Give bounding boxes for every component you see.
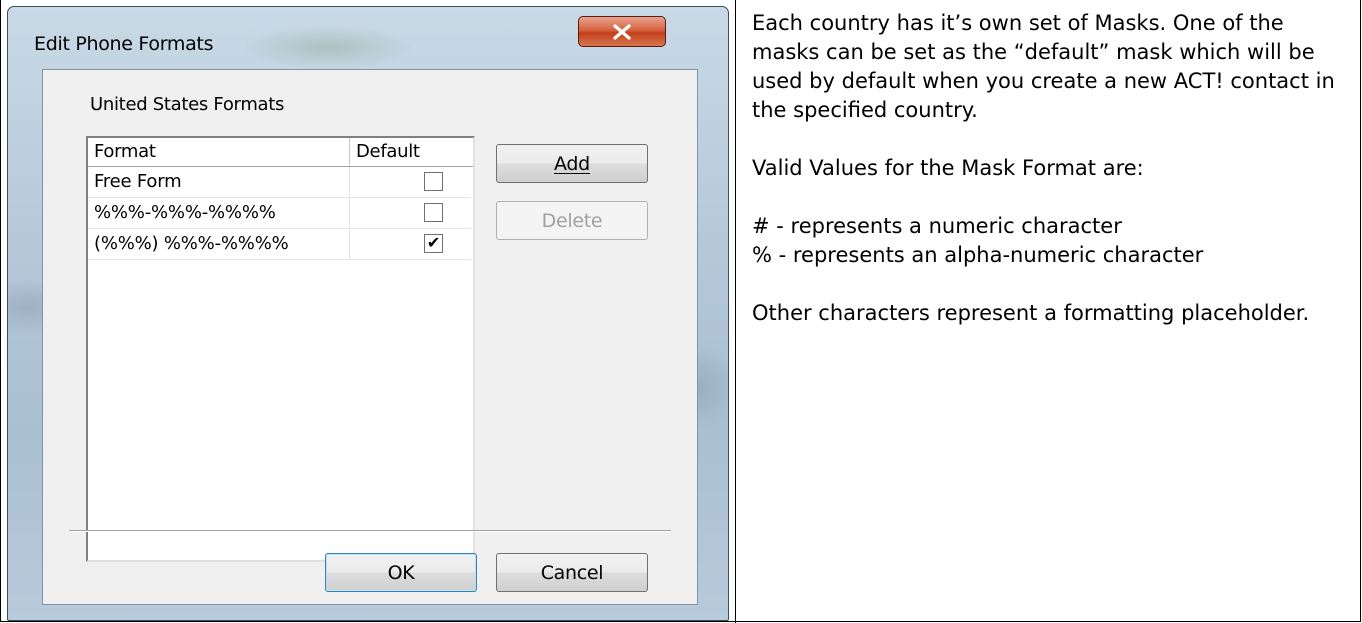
- format-cell: %%%-%%%-%%%%: [88, 198, 350, 229]
- default-checkbox[interactable]: [424, 203, 443, 222]
- list-item[interactable]: %%%-%%%-%%%%: [88, 198, 473, 229]
- ok-button[interactable]: OK: [325, 553, 477, 592]
- format-cell: (%%%) %%%-%%%%: [88, 229, 350, 260]
- default-checkbox[interactable]: ✔: [424, 234, 443, 253]
- list-header: Format Default: [88, 138, 473, 167]
- section-label: United States Formats: [90, 94, 285, 115]
- dialog-client-area: United States Formats Format Default Fre…: [42, 69, 698, 605]
- add-button[interactable]: Add: [496, 144, 648, 183]
- delete-button-label: Delete: [541, 209, 603, 232]
- delete-button[interactable]: Delete: [496, 201, 648, 240]
- notes-rule-numeric: # - represents a numeric character: [752, 214, 1122, 238]
- cancel-button-label: Cancel: [540, 561, 604, 584]
- default-cell: ✔: [350, 229, 471, 260]
- list-item[interactable]: Free Form: [88, 167, 473, 198]
- column-header-default[interactable]: Default: [350, 138, 471, 166]
- close-icon: [613, 23, 631, 40]
- close-button[interactable]: [578, 16, 666, 47]
- list-item[interactable]: (%%%) %%%-%%%% ✔: [88, 229, 473, 260]
- notes-paragraph-1: Each country has it’s own set of Masks. …: [752, 11, 1335, 122]
- column-header-format[interactable]: Format: [88, 138, 350, 166]
- ok-button-label: OK: [387, 561, 415, 584]
- notes-rule-alphanumeric: % - represents an alpha-numeric characte…: [752, 243, 1204, 267]
- add-button-label: Add: [554, 152, 590, 175]
- format-cell: Free Form: [88, 167, 350, 198]
- default-checkbox[interactable]: [424, 172, 443, 191]
- cancel-button[interactable]: Cancel: [496, 553, 648, 592]
- table-column-divider: [735, 0, 736, 623]
- edit-phone-formats-dialog: Edit Phone Formats United States Formats…: [7, 6, 729, 621]
- notes-paragraph-3: Other characters represent a formatting …: [752, 301, 1310, 325]
- dialog-title: Edit Phone Formats: [34, 33, 214, 55]
- formats-list[interactable]: Format Default Free Form %%%-%%%-%%%% (%%%…: [86, 136, 475, 562]
- separator: [69, 530, 671, 532]
- default-cell: [350, 198, 471, 229]
- explanation-text: Each country has it’s own set of Masks. …: [752, 9, 1352, 328]
- notes-paragraph-2: Valid Values for the Mask Format are:: [752, 156, 1144, 180]
- default-cell: [350, 167, 471, 198]
